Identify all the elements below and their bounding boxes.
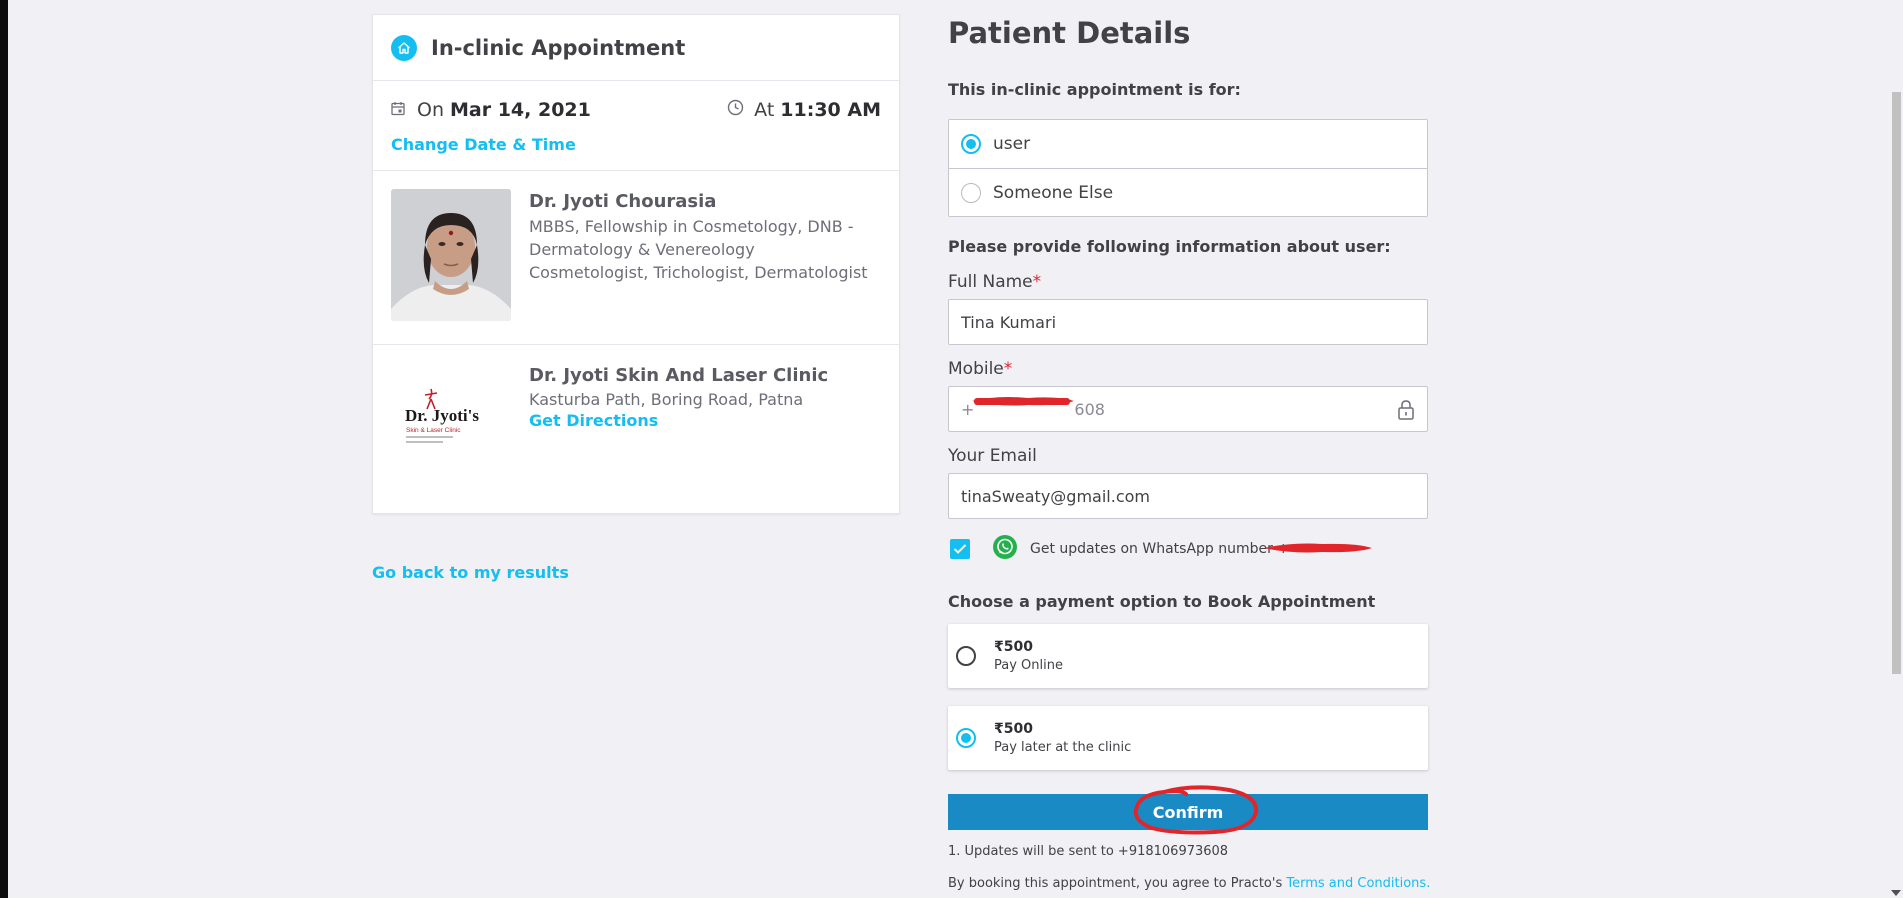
terms-prefix: By booking this appointment, you agree t… [948, 876, 1287, 891]
clinic-section: Dr. Jyoti's Skin & Laser Clinic Dr. Jyot… [373, 345, 899, 511]
home-icon [391, 34, 417, 61]
date-time-section: On Mar 14, 2021 At 11:30 AM Change Date … [373, 81, 899, 171]
doctor-specialities: Cosmetologist, Trichologist, Dermatologi… [529, 263, 868, 282]
full-name-field[interactable] [948, 299, 1428, 345]
full-name-input[interactable] [961, 312, 1427, 332]
clinic-logo: Dr. Jyoti's Skin & Laser Clinic [403, 385, 495, 459]
appointment-card-header: In-clinic Appointment [373, 15, 899, 81]
mobile-label-text: Mobile [948, 359, 1004, 379]
updates-note: 1. Updates will be sent to +918106973608 [948, 844, 1229, 859]
change-date-time-link[interactable]: Change Date & Time [391, 135, 576, 154]
doctor-name: Dr. Jyoti Chourasia [529, 191, 717, 212]
patient-selector: user Someone Else [948, 119, 1428, 217]
payment-amount: ₹500 [994, 639, 1033, 655]
mobile-label: Mobile* [948, 359, 1012, 379]
whatsapp-updates-row: Get updates on WhatsApp number + [948, 534, 1290, 564]
vertical-scrollbar[interactable] [1889, 0, 1903, 898]
svg-text:Dr. Jyoti's: Dr. Jyoti's [405, 406, 479, 425]
radio-unselected-icon[interactable] [956, 646, 976, 666]
whatsapp-checkbox[interactable] [950, 539, 970, 559]
doctor-qualification-cont: Dermatology & Venereology [529, 240, 755, 259]
doctor-qualification: MBBS, Fellowship in Cosmetology, DNB - [529, 217, 854, 236]
doctor-info: Dr. Jyoti Chourasia MBBS, Fellowship in … [529, 191, 879, 284]
appointment-summary-card: In-clinic Appointment On Mar 14, 2021 At… [372, 14, 900, 514]
payment-description: Pay Online [994, 658, 1063, 673]
clinic-info: Dr. Jyoti Skin And Laser Clinic Kasturba… [529, 365, 828, 430]
full-name-label: Full Name* [948, 272, 1041, 292]
email-field[interactable] [948, 473, 1428, 519]
scroll-down-arrow-icon[interactable] [1891, 890, 1901, 896]
redaction-mark [972, 397, 1074, 406]
clinic-name: Dr. Jyoti Skin And Laser Clinic [529, 365, 829, 386]
lock-icon [1397, 399, 1415, 424]
get-directions-link[interactable]: Get Directions [529, 411, 658, 430]
page-title: Patient Details [948, 16, 1191, 50]
date-value: Mar 14, 2021 [450, 99, 591, 121]
payment-option-label: Choose a payment option to Book Appointm… [948, 592, 1376, 611]
calendar-icon [391, 99, 405, 121]
doctor-photo [391, 189, 511, 321]
whatsapp-icon [992, 534, 1018, 564]
radio-selected-icon[interactable] [956, 728, 976, 748]
payment-amount: ₹500 [994, 721, 1033, 737]
patient-option-label: Someone Else [993, 182, 1114, 203]
patient-option-user[interactable]: user [949, 120, 1427, 168]
window-edge [0, 0, 8, 898]
appointment-time: At 11:30 AM [727, 99, 881, 121]
time-prefix: At [754, 99, 775, 121]
date-prefix: On [417, 99, 444, 121]
doctor-section: Dr. Jyoti Chourasia MBBS, Fellowship in … [373, 171, 899, 345]
svg-text:Skin & Laser Clinic: Skin & Laser Clinic [406, 427, 461, 434]
required-mark: * [1032, 272, 1042, 292]
required-mark: * [1003, 359, 1013, 379]
payment-option-clinic[interactable]: ₹500 Pay later at the clinic [948, 706, 1428, 770]
payment-option-text: ₹500 Pay later at the clinic [994, 721, 1131, 755]
payment-description: Pay later at the clinic [994, 740, 1132, 755]
terms-link[interactable]: Terms and Conditions. [1286, 876, 1430, 891]
email-input[interactable] [961, 486, 1427, 506]
info-prompt-label: Please provide following information abo… [948, 237, 1391, 256]
confirm-button[interactable]: Confirm [948, 794, 1428, 830]
back-to-results-link[interactable]: Go back to my results [372, 563, 569, 582]
mobile-value-suffix: 608 [1074, 399, 1105, 419]
appointment-date: On Mar 14, 2021 [391, 99, 591, 121]
clock-icon [727, 99, 744, 121]
terms-note: By booking this appointment, you agree t… [948, 876, 1430, 891]
patient-option-someone-else[interactable]: Someone Else [949, 168, 1427, 216]
payment-option-text: ₹500 Pay Online [994, 639, 1063, 673]
radio-selected-icon[interactable] [961, 134, 981, 154]
appointment-type-title: In-clinic Appointment [431, 35, 686, 60]
scrollbar-thumb[interactable] [1892, 92, 1901, 674]
email-label: Your Email [948, 446, 1037, 466]
full-name-label-text: Full Name [948, 272, 1033, 292]
appointment-for-label: This in-clinic appointment is for: [948, 80, 1241, 99]
time-value: 11:30 AM [780, 99, 881, 121]
whatsapp-updates-text: Get updates on WhatsApp number + [1030, 541, 1290, 557]
radio-unselected-icon[interactable] [961, 182, 981, 203]
redaction-mark [1264, 543, 1372, 553]
clinic-address: Kasturba Path, Boring Road, Patna [529, 390, 804, 409]
payment-option-online[interactable]: ₹500 Pay Online [948, 624, 1428, 688]
patient-option-label: user [993, 134, 1031, 154]
